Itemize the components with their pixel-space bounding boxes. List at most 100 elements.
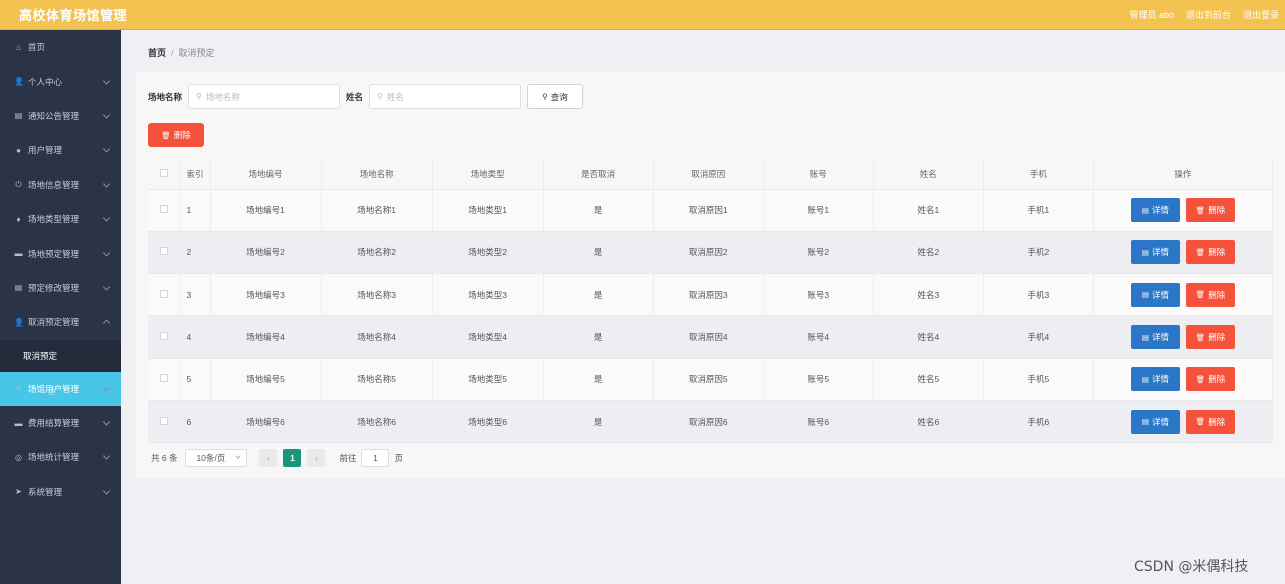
- trash-icon: 🗑: [1195, 374, 1206, 384]
- submenu-item-cancel-booking[interactable]: 取消预定: [0, 339, 121, 372]
- doc-icon: ▤: [14, 283, 23, 293]
- sidebar-item-label: 场地统计管理: [28, 452, 80, 463]
- header-venue-code: 场地编号: [210, 160, 322, 190]
- goto-page-input[interactable]: 1: [361, 449, 390, 467]
- delete-button[interactable]: 🗑 删除: [1185, 240, 1235, 265]
- cell-actions: ▤ 详情 🗑 删除: [1093, 400, 1274, 444]
- detail-button[interactable]: ▤ 详情: [1130, 325, 1180, 350]
- sidebar-item-10[interactable]: ▬ 费用结算管理: [0, 406, 121, 440]
- detail-label: 详情: [1151, 332, 1169, 343]
- sidebar-item-3[interactable]: ● 用户管理: [0, 133, 121, 167]
- cancellation-table: 索引 场地编号 场地名称 场地类型 是否取消 取消原因 账号 姓名 手机 操作 …: [148, 160, 1274, 444]
- row-checkbox[interactable]: [159, 205, 168, 214]
- cell-account: 账号2: [763, 231, 874, 275]
- sidebar-item-7[interactable]: ▤ 预定修改管理: [0, 271, 121, 305]
- page-suffix: 页: [394, 453, 403, 463]
- home-icon: ⌂: [16, 42, 21, 52]
- cell-name: 场地名称5: [321, 358, 433, 401]
- content-panel: 场地名称 ⚲ 场地名称 姓名 ⚲ 姓名 ⚲ 查询 🗑 删除 索引 场地编号 场地…: [136, 72, 1285, 479]
- watermark: CSDN @米偶科技: [1134, 559, 1249, 575]
- send-icon: ➤: [15, 487, 22, 497]
- detail-button[interactable]: ▤ 详情: [1130, 240, 1180, 265]
- cell-phone: 手机3: [983, 273, 1094, 317]
- detail-button[interactable]: ▤ 详情: [1130, 198, 1180, 223]
- cell-cancelled: 是: [543, 273, 654, 317]
- row-select-cell: [148, 400, 181, 444]
- delete-label: 删除: [1208, 416, 1226, 427]
- chevron-down-icon: [102, 111, 111, 119]
- detail-button[interactable]: ▤ 详情: [1130, 367, 1180, 392]
- doc-icon: ▤: [1141, 417, 1149, 427]
- next-page-button[interactable]: ›: [307, 449, 326, 467]
- query-button[interactable]: ⚲ 查询: [527, 84, 584, 109]
- admin-label: 管理员 abo: [1129, 10, 1174, 20]
- sidebar-item-2[interactable]: ▤ 通知公告管理: [0, 99, 121, 133]
- doc-icon: ▤: [1141, 332, 1149, 342]
- search-icon: ⚲: [196, 92, 202, 101]
- header-actions: 操作: [1093, 160, 1274, 190]
- sidebar-item-11[interactable]: ◎ 场地统计管理: [0, 440, 121, 474]
- cell-index: 6: [180, 400, 211, 444]
- detail-button[interactable]: ▤ 详情: [1130, 409, 1180, 434]
- row-checkbox[interactable]: [159, 289, 168, 298]
- row-checkbox[interactable]: [159, 332, 168, 341]
- header-actions: 管理员 abo 退出到前台 退出登录: [1129, 8, 1279, 21]
- breadcrumb-home[interactable]: 首页: [148, 48, 166, 58]
- doc-icon: ▤: [1141, 374, 1149, 384]
- select-all-checkbox[interactable]: [159, 169, 168, 178]
- delete-button[interactable]: 🗑 删除: [1185, 198, 1235, 223]
- trash-icon: 🗑: [1195, 332, 1206, 342]
- logout-link[interactable]: 退出登录: [1243, 8, 1279, 21]
- row-checkbox[interactable]: [159, 374, 168, 383]
- cell-actions: ▤ 详情 🗑 删除: [1093, 358, 1274, 401]
- total-count: 共 6 条: [151, 453, 178, 463]
- chevron-down-icon: [102, 487, 111, 495]
- cell-type: 场地类型1: [432, 189, 544, 232]
- header-venue-type: 场地类型: [432, 160, 544, 190]
- cell-person: 姓名3: [873, 273, 984, 317]
- chevron-down-icon: [102, 180, 111, 188]
- page-size-select[interactable]: 10条/页: [185, 449, 248, 467]
- cell-phone: 手机1: [983, 189, 1094, 232]
- frontend-link[interactable]: 退出到前台: [1186, 8, 1231, 21]
- cell-reason: 取消原因2: [653, 231, 764, 275]
- sidebar-item-1[interactable]: 👤 个人中心: [0, 64, 121, 98]
- cell-code: 场地编号5: [210, 358, 322, 401]
- cell-person: 姓名4: [873, 315, 984, 359]
- user-group-icon: ●: [16, 145, 21, 155]
- prev-page-button[interactable]: ‹: [259, 449, 278, 467]
- detail-button[interactable]: ▤ 详情: [1130, 282, 1180, 307]
- doc-icon: ▤: [1141, 205, 1149, 215]
- delete-label: 删除: [1208, 332, 1226, 343]
- cell-index: 5: [180, 358, 211, 401]
- sidebar-item-6[interactable]: ▬ 场地预定管理: [0, 236, 121, 270]
- cell-actions: ▤ 详情 🗑 删除: [1093, 231, 1274, 275]
- cell-person: 姓名6: [873, 400, 984, 444]
- chevron-down-icon: [102, 248, 111, 257]
- target-icon: ◎: [15, 452, 22, 462]
- sidebar-item-0[interactable]: ⌂ 首页: [0, 30, 121, 64]
- delete-button[interactable]: 🗑 删除: [1185, 367, 1235, 392]
- cell-type: 场地类型6: [432, 400, 544, 444]
- delete-button[interactable]: 🗑 删除: [1185, 325, 1235, 350]
- delete-button[interactable]: 🗑 删除: [1185, 282, 1235, 307]
- sidebar-item-5[interactable]: ♦ 场地类型管理: [0, 202, 121, 236]
- venue-name-input[interactable]: ⚲ 场地名称: [188, 84, 341, 109]
- delete-button[interactable]: 🗑 删除: [1185, 409, 1235, 434]
- batch-delete-button[interactable]: 🗑 删除: [148, 123, 204, 147]
- mic-icon: ♦: [16, 214, 21, 224]
- page-1-button[interactable]: 1: [283, 449, 302, 467]
- sidebar-item-12[interactable]: ➤ 系统管理: [0, 475, 121, 509]
- sidebar-item-9[interactable]: ≡ 场馆用户管理 ☝: [0, 371, 121, 406]
- sidebar-item-8[interactable]: 👤 取消预定管理: [0, 305, 121, 339]
- sidebar-item-4[interactable]: ⏻ 场地信息管理: [0, 168, 121, 202]
- table-header-row: 索引 场地编号 场地名称 场地类型 是否取消 取消原因 账号 姓名 手机 操作: [148, 160, 1274, 190]
- row-checkbox[interactable]: [159, 416, 168, 425]
- page-size-value: 10条/页: [196, 453, 226, 463]
- cell-phone: 手机2: [983, 231, 1094, 275]
- sidebar-item-label: 首页: [28, 42, 46, 53]
- name-input[interactable]: ⚲ 姓名: [369, 84, 522, 109]
- trash-icon: 🗑: [1195, 417, 1206, 427]
- breadcrumb-separator: /: [171, 48, 174, 58]
- row-checkbox[interactable]: [159, 247, 168, 256]
